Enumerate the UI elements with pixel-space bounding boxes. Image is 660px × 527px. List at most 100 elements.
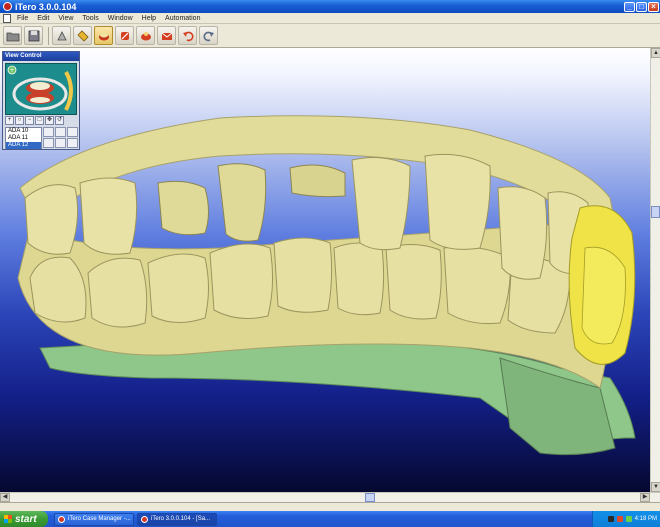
horizontal-scrollbar[interactable]: ◀ ▶ (0, 492, 660, 502)
orientation-widget[interactable]: + (5, 63, 77, 115)
svg-text:+: + (9, 67, 14, 74)
scroll-right-arrow[interactable]: ▶ (640, 493, 650, 502)
teeth-list-item[interactable]: ADA 11 (6, 135, 41, 142)
view-control-tools: + ○ − □ ✥ ↺ (5, 116, 79, 126)
scroll-down-arrow[interactable]: ▼ (651, 482, 660, 492)
title-bar: iTero 3.0.0.104 _ □ × (0, 0, 660, 13)
lower-tooth (147, 253, 209, 323)
prep-button[interactable] (115, 26, 134, 45)
save-icon (28, 30, 39, 41)
start-label: start (15, 513, 37, 525)
bite-toggle[interactable] (67, 127, 78, 137)
lower-tooth (443, 246, 511, 324)
scan-button[interactable] (52, 26, 71, 45)
minimize-button[interactable]: _ (624, 1, 635, 12)
tag-icon (76, 29, 89, 42)
upper-tooth (424, 153, 491, 250)
taskbar-item-label: iTero Case Manager -... (68, 516, 131, 522)
clock: 4:18 PM (634, 516, 657, 522)
teeth-list-item-selected[interactable]: ADA 12 (6, 142, 41, 149)
lower-tooth (273, 237, 333, 313)
model-icon (98, 32, 109, 40)
save-button[interactable] (24, 26, 43, 45)
reset-view-icon[interactable]: ↺ (55, 116, 64, 125)
upper-jaw-toggle[interactable] (43, 127, 54, 137)
highlight-region (581, 246, 626, 345)
undo-button[interactable] (178, 26, 197, 45)
open-folder-icon (6, 32, 19, 41)
open-button[interactable] (3, 26, 22, 45)
taskbar-item-label: iTero 3.0.0.104 - [Sa... (151, 516, 211, 522)
texture-toggle[interactable] (55, 138, 66, 148)
undo-icon (182, 31, 194, 41)
view-control-panel: View Control + + ○ − □ ✥ ↺ ADA 10 ADA 11… (2, 51, 80, 150)
zoom-in-icon[interactable]: + (5, 116, 14, 125)
menu-file[interactable]: File (17, 15, 28, 22)
zoom-fit-icon[interactable]: ○ (15, 116, 24, 125)
trim-icon (140, 31, 151, 40)
system-tray: 4:18 PM (592, 511, 660, 527)
menu-window[interactable]: Window (108, 15, 133, 22)
lower-tooth (333, 242, 385, 316)
menu-automation[interactable]: Automation (165, 15, 200, 22)
send-button[interactable] (157, 26, 176, 45)
taskbar-item-case-manager[interactable]: iTero Case Manager -... (54, 512, 134, 526)
pan-icon[interactable]: ✥ (45, 116, 54, 125)
menu-bar: File Edit View Tools Window Help Automat… (0, 13, 660, 24)
scan-icon (56, 30, 67, 40)
taskbar: start iTero Case Manager -... iTero 3.0.… (0, 511, 660, 527)
redo-icon (202, 31, 214, 41)
view-control-title: View Control (3, 52, 79, 61)
horizontal-scroll-thumb[interactable] (365, 493, 375, 502)
prep-stump (217, 163, 267, 242)
lower-tooth (209, 243, 274, 319)
upper-tooth (497, 186, 548, 280)
close-button[interactable]: × (648, 1, 659, 12)
network-icon[interactable] (607, 516, 614, 522)
main-toolbar (0, 24, 660, 48)
redo-button[interactable] (199, 26, 218, 45)
lower-tooth (87, 257, 148, 328)
vertical-scrollbar[interactable]: ▲ ▼ (650, 48, 660, 492)
scroll-left-arrow[interactable]: ◀ (0, 493, 10, 502)
upper-tooth (24, 184, 79, 255)
menu-help[interactable]: Help (142, 15, 156, 22)
send-icon (161, 32, 172, 40)
view-control-side-buttons (43, 127, 79, 149)
jaw-orientation-icon: + (7, 65, 73, 111)
prep-stump (157, 180, 209, 236)
document-icon[interactable] (3, 13, 11, 23)
lower-tooth (385, 244, 442, 320)
model-button[interactable] (94, 26, 113, 45)
lower-jaw-toggle[interactable] (55, 127, 66, 137)
dental-scan-model (17, 115, 636, 456)
tray-app-icon[interactable] (616, 516, 623, 522)
security-icon[interactable] (625, 516, 632, 522)
teeth-list-item[interactable]: ADA 10 (6, 128, 41, 135)
toolbar-separator (48, 26, 49, 45)
tag-button[interactable] (73, 26, 92, 45)
color-toggle[interactable] (43, 138, 54, 148)
upper-tooth (79, 177, 138, 255)
zoom-out-icon[interactable]: − (25, 116, 34, 125)
menu-view[interactable]: View (58, 15, 73, 22)
3d-viewport[interactable] (0, 48, 650, 492)
start-button[interactable]: start (0, 511, 48, 527)
trim-button[interactable] (136, 26, 155, 45)
grid-toggle[interactable] (67, 138, 78, 148)
itero-app-icon (58, 515, 65, 523)
vertical-scroll-thumb[interactable] (651, 206, 660, 218)
windows-logo-icon (4, 515, 12, 523)
status-bar (0, 502, 660, 511)
upper-tooth (351, 157, 411, 251)
lower-tooth (29, 256, 87, 323)
scroll-up-arrow[interactable]: ▲ (651, 48, 660, 58)
zoom-window-icon[interactable]: □ (35, 116, 44, 125)
prep-stump (289, 164, 346, 198)
maximize-button[interactable]: □ (636, 1, 647, 12)
teeth-list[interactable]: ADA 10 ADA 11 ADA 12 (5, 127, 42, 149)
menu-edit[interactable]: Edit (37, 15, 49, 22)
taskbar-item-itero[interactable]: iTero 3.0.0.104 - [Sa... (137, 512, 217, 526)
itero-app-icon (141, 515, 148, 523)
menu-tools[interactable]: Tools (82, 15, 98, 22)
